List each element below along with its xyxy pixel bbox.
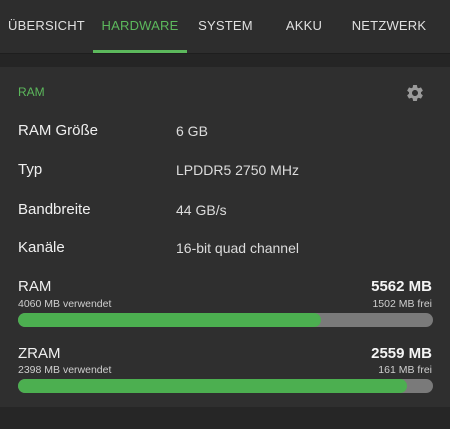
tab-system[interactable]: SYSTEM xyxy=(187,0,264,53)
zram-usage-bar-fill xyxy=(18,379,407,393)
zram-free-text: 161 MB frei xyxy=(378,364,432,376)
tab-netzwerk[interactable]: NETZWERK xyxy=(344,0,434,53)
ram-card: RAM RAM Größe 6 GB Typ LPDDR5 2750 MHz B… xyxy=(0,67,450,407)
spec-value-ram-size: 6 GB xyxy=(176,123,208,139)
zram-usage-total: 2559 MB xyxy=(371,345,432,362)
ram-usage-bar xyxy=(18,313,433,327)
ram-used-text: 4060 MB verwendet xyxy=(18,298,112,310)
ram-usage-bar-fill xyxy=(18,313,321,327)
spec-label-bandwidth: Bandbreite xyxy=(18,201,91,218)
spec-label-type: Typ xyxy=(18,161,43,178)
tab-uebersicht[interactable]: ÜBERSICHT xyxy=(0,0,93,53)
spec-value-channels: 16-bit quad channel xyxy=(176,240,299,256)
spec-value-type: LPDDR5 2750 MHz xyxy=(176,162,299,178)
tab-bar: ÜBERSICHT HARDWARE SYSTEM AKKU NETZWERK xyxy=(0,0,450,54)
spec-value-bandwidth: 44 GB/s xyxy=(176,202,227,218)
zram-usage-title: ZRAM xyxy=(18,345,61,362)
tab-hardware[interactable]: HARDWARE xyxy=(93,0,187,53)
zram-usage-bar xyxy=(18,379,433,393)
zram-used-text: 2398 MB verwendet xyxy=(18,364,112,376)
ram-usage-total: 5562 MB xyxy=(371,278,432,295)
spec-label-ram-size: RAM Größe xyxy=(18,122,99,139)
section-title: RAM xyxy=(18,85,45,99)
active-tab-indicator xyxy=(93,50,187,53)
bottom-strip xyxy=(0,407,450,429)
tab-akku[interactable]: AKKU xyxy=(264,0,344,53)
spec-label-channels: Kanäle xyxy=(18,239,65,256)
ram-usage-title: RAM xyxy=(18,278,52,295)
gear-icon[interactable] xyxy=(405,83,425,103)
ram-free-text: 1502 MB frei xyxy=(372,298,432,310)
